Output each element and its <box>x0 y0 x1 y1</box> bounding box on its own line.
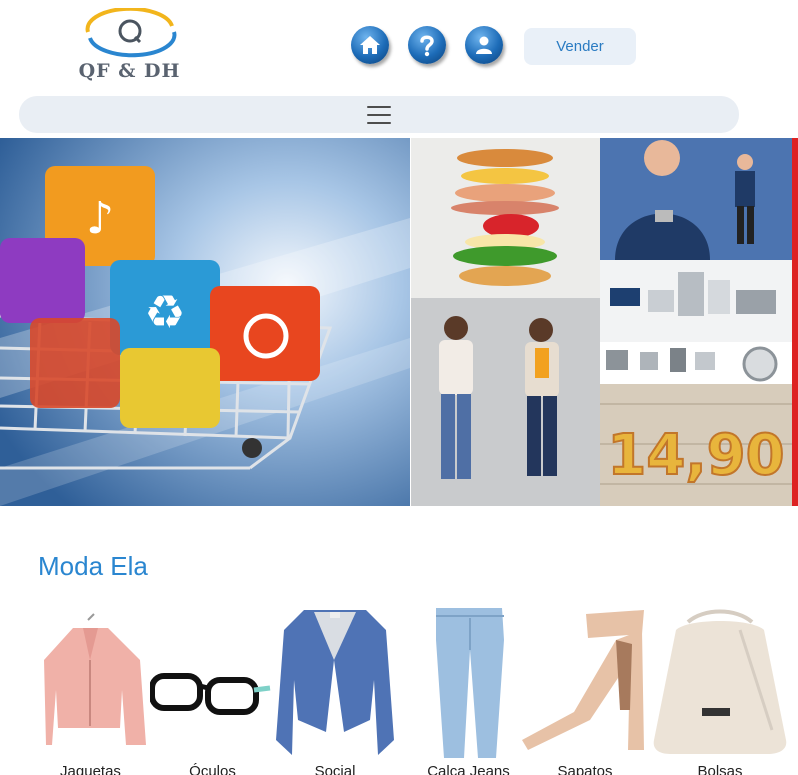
category-label: Óculos <box>189 763 236 775</box>
category-item-bolsas[interactable]: Bolsas <box>648 600 792 775</box>
price-text: 14,90 <box>607 423 784 488</box>
banner-tile-price[interactable]: 14,90 <box>600 384 792 506</box>
banner-tile-women-fashion[interactable] <box>411 298 600 506</box>
site-header: QF & DH Vender <box>0 0 798 92</box>
svg-text:♻: ♻ <box>144 285 185 339</box>
hero-banner[interactable]: ♪ ♻ 14,90 <box>0 138 798 506</box>
banner-tile-burger[interactable] <box>411 138 600 298</box>
category-label: Jaquetas <box>60 763 121 775</box>
category-item-oculos[interactable]: Óculos <box>150 600 275 775</box>
category-label: Bolsas <box>697 763 743 775</box>
help-icon[interactable] <box>408 26 446 64</box>
banner-tile-shopping-cart[interactable]: ♪ ♻ <box>0 138 410 506</box>
category-label: Calça Jeans <box>427 763 510 775</box>
section-title: Moda Ela <box>38 551 148 581</box>
site-logo[interactable]: QF & DH <box>52 8 207 84</box>
user-icon[interactable] <box>465 26 503 64</box>
logo-text: QF & DH <box>78 60 181 82</box>
jeans-icon <box>436 608 504 758</box>
category-item-social[interactable]: Social <box>274 600 396 775</box>
banner-tile-man-phone[interactable] <box>600 138 792 260</box>
pink-jacket-icon <box>44 613 146 745</box>
glasses-icon <box>150 673 271 715</box>
banner-edge-strip <box>792 138 798 506</box>
hamburger-menu-icon[interactable] <box>367 105 391 124</box>
category-item-calca-jeans[interactable]: Calça Jeans <box>406 600 531 775</box>
blue-blazer-icon <box>276 610 394 755</box>
bucket-bag-icon <box>653 609 787 754</box>
category-item-sapatos[interactable]: Sapatos <box>520 600 650 775</box>
banner-tile-appliances[interactable] <box>600 260 792 384</box>
sell-button[interactable]: Vender <box>524 28 636 65</box>
category-item-jaquetas[interactable]: Jaquetas <box>28 600 153 775</box>
heel-sandal-icon <box>522 610 644 750</box>
menu-bar[interactable] <box>19 96 739 133</box>
product-category-list: Jaquetas Óculos Social Calça Jeans Sapat… <box>0 600 798 775</box>
home-icon[interactable] <box>351 26 389 64</box>
svg-text:♪: ♪ <box>86 193 114 244</box>
category-label: Sapatos <box>557 763 613 775</box>
category-label: Social <box>314 763 356 775</box>
q-orbit-logo-icon <box>85 8 177 58</box>
